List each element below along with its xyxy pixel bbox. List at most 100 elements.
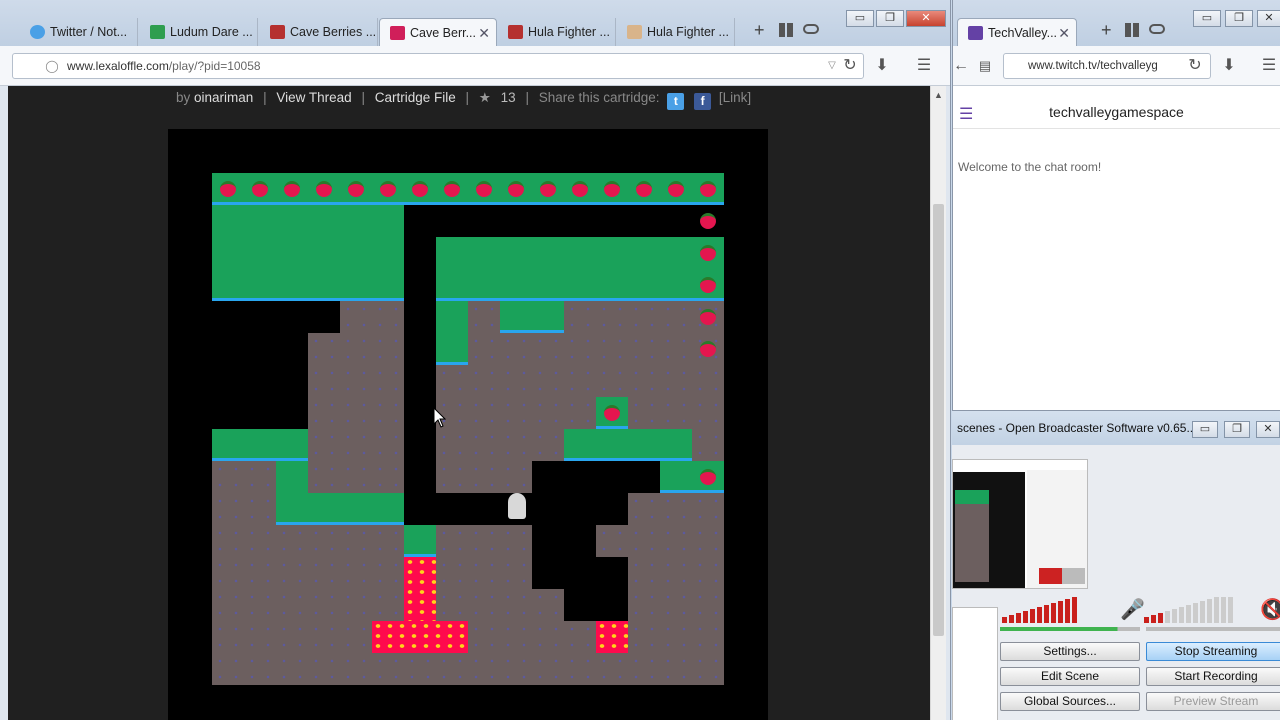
berry-icon — [316, 181, 332, 197]
tab-ludum-dare[interactable]: Ludum Dare ... — [140, 18, 258, 46]
link-label[interactable]: [Link] — [719, 90, 751, 105]
lava-tile — [404, 557, 436, 621]
twitch-tab-strip: TechValley... ✕ + ▭ ❐ ✕ — [953, 0, 1280, 46]
berry-icon — [700, 277, 716, 293]
star-icon[interactable]: ★ — [479, 90, 491, 105]
back-icon[interactable]: ← — [953, 54, 973, 78]
tunnel-tile — [404, 237, 436, 525]
grass-tile — [404, 525, 436, 557]
tab-groups-icon[interactable] — [1125, 23, 1139, 37]
obs-maximize-button[interactable]: ❐ — [1224, 421, 1250, 438]
facebook-share-icon[interactable]: f — [694, 93, 712, 110]
author-link[interactable]: oinariman — [194, 90, 253, 105]
desktop-volume-slider[interactable] — [1146, 627, 1280, 631]
star-count: 13 — [500, 90, 516, 105]
mic-meter-bars — [1002, 597, 1077, 623]
twitch-url-bar[interactable]: www.twitch.tv/techvalleyg — [1003, 53, 1211, 79]
grass-tile — [212, 205, 404, 301]
download-icon[interactable]: ⬇ — [870, 54, 894, 78]
obs-preview[interactable] — [952, 459, 1088, 589]
grass-tile — [564, 429, 692, 461]
channel-name: techvalleygamespace — [1049, 104, 1184, 120]
global-sources-button[interactable]: Global Sources... — [1000, 692, 1140, 711]
lexaloffle-icon — [508, 25, 523, 39]
download-icon[interactable]: ⬇ — [1217, 54, 1241, 78]
tab-strip: Twitter / Not... Ludum Dare ... Cave Ber… — [0, 0, 950, 46]
twitch-icon — [968, 26, 983, 40]
twitch-maximize-button[interactable]: ❐ — [1225, 10, 1253, 27]
berry-icon — [220, 181, 236, 197]
cartridge-player[interactable] — [168, 129, 768, 720]
stop-streaming-button[interactable]: Stop Streaming — [1146, 642, 1280, 661]
tab-hula-fighter-1[interactable]: Hula Fighter ... — [498, 18, 616, 46]
close-tab-icon[interactable]: ✕ — [478, 19, 490, 46]
main-browser-window: Twitter / Not... Ludum Dare ... Cave Ber… — [0, 0, 951, 720]
mic-volume-slider[interactable] — [1000, 627, 1140, 631]
twitter-icon — [30, 25, 45, 39]
berry-icon — [700, 213, 716, 229]
minimize-button[interactable]: ▭ — [846, 10, 874, 27]
twitch-browser-window: TechValley... ✕ + ▭ ❐ ✕ ← ▤ www.twitch.tv… — [952, 0, 1280, 410]
berry-icon — [700, 245, 716, 261]
menu-icon[interactable]: ☰ — [912, 54, 936, 78]
obs-minimize-button[interactable]: ▭ — [1192, 421, 1218, 438]
reload-icon[interactable]: ↻ — [1183, 54, 1207, 78]
scenes-list[interactable] — [952, 607, 998, 720]
tab-groups-icon[interactable] — [779, 23, 793, 37]
view-thread-link[interactable]: View Thread — [276, 90, 351, 105]
url-bar[interactable]: www.lexaloffle.com/play/?pid=10058 — [12, 53, 864, 79]
tunnel-tile — [564, 589, 596, 621]
close-window-button[interactable]: ✕ — [906, 10, 946, 27]
page-scrollbar[interactable]: ▲ — [930, 86, 946, 720]
url-host: www.lexaloffle.com — [67, 59, 169, 73]
lexaloffle-icon — [390, 26, 405, 40]
preview-stream-button[interactable]: Preview Stream — [1146, 692, 1280, 711]
obs-close-button[interactable]: ✕ — [1256, 421, 1280, 438]
tab-cave-berries-1[interactable]: Cave Berries ... — [260, 18, 378, 46]
reload-icon[interactable]: ↻ — [838, 54, 862, 78]
lava-tile — [372, 621, 468, 653]
url-path: /play/?pid=10058 — [168, 59, 261, 73]
start-recording-button[interactable]: Start Recording — [1146, 667, 1280, 686]
twitter-share-icon[interactable]: t — [667, 93, 685, 110]
divider — [953, 128, 1280, 129]
berry-icon — [252, 181, 268, 197]
speaker-muted-icon[interactable]: 🔇 — [1260, 597, 1280, 622]
berry-icon — [700, 309, 716, 325]
maximize-button[interactable]: ❐ — [876, 10, 904, 27]
sheets-icon — [150, 25, 165, 39]
lava-tile — [596, 621, 628, 653]
game-canvas[interactable] — [212, 173, 724, 685]
scrollbar-thumb[interactable] — [933, 204, 944, 636]
scroll-up-icon[interactable]: ▲ — [934, 90, 943, 100]
twitch-minimize-button[interactable]: ▭ — [1193, 10, 1221, 27]
cartridge-info-bar: by oinariman | View Thread | Cartridge F… — [176, 90, 752, 110]
grass-tile — [436, 237, 724, 301]
berry-icon — [700, 469, 716, 485]
cartridge-file-link[interactable]: Cartridge File — [375, 90, 456, 105]
tunnel-tile — [532, 525, 596, 589]
close-tab-icon[interactable]: ✕ — [1058, 19, 1070, 46]
tab-hula-fighter-2[interactable]: Hula Fighter ... — [617, 18, 735, 46]
settings-button[interactable]: Settings... — [1000, 642, 1140, 661]
menu-icon[interactable]: ☰ — [1257, 54, 1280, 78]
tunnel-tile — [532, 461, 628, 493]
tab-techvalley[interactable]: TechValley... ✕ — [957, 18, 1077, 46]
edit-scene-button[interactable]: Edit Scene — [1000, 667, 1140, 686]
folder-icon[interactable]: ▤ — [973, 54, 997, 78]
new-tab-icon[interactable]: + — [1101, 20, 1112, 41]
berry-icon — [284, 181, 300, 197]
berry-icon — [380, 181, 396, 197]
tunnel-tile — [532, 493, 628, 525]
new-tab-icon[interactable]: + — [754, 20, 765, 41]
private-mask-icon[interactable] — [803, 24, 819, 34]
share-label: Share this cartridge: — [538, 90, 660, 105]
berry-icon — [348, 181, 364, 197]
lexaloffle-icon — [270, 25, 285, 39]
twitch-close-button[interactable]: ✕ — [1257, 10, 1280, 27]
tab-cave-berries-active[interactable]: Cave Berr... ✕ — [379, 18, 497, 46]
private-mask-icon[interactable] — [1149, 24, 1165, 34]
grass-tile — [308, 493, 404, 525]
tab-twitter[interactable]: Twitter / Not... — [20, 18, 138, 46]
berry-icon — [700, 181, 716, 197]
